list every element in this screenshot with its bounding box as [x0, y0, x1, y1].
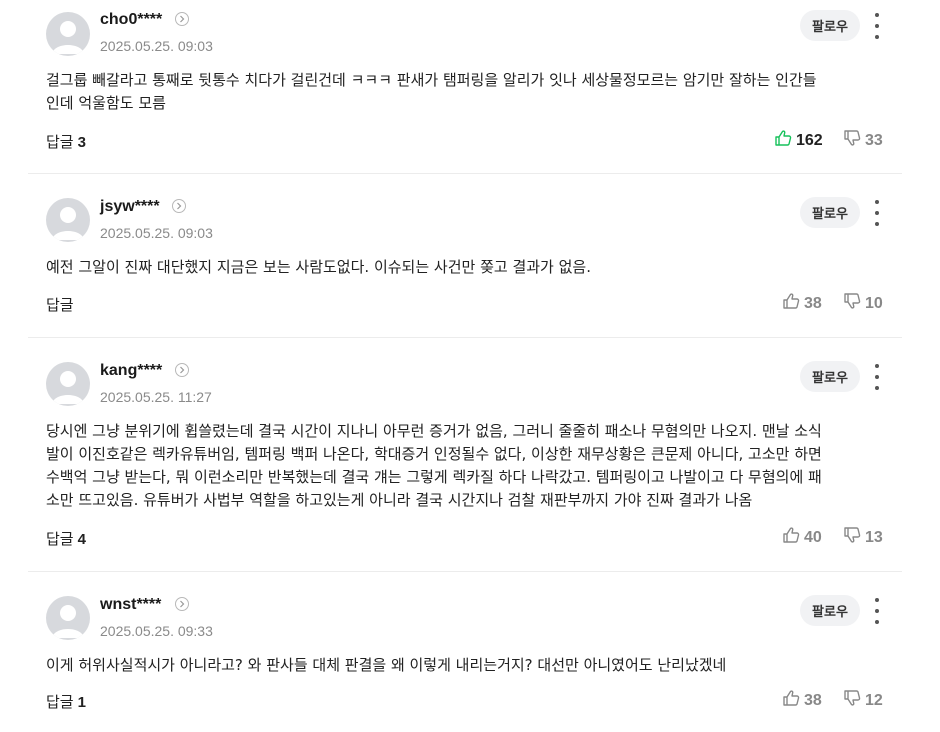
- dislike-count: 10: [865, 294, 883, 312]
- avatar[interactable]: [46, 12, 90, 56]
- dislike-count: 12: [865, 691, 883, 709]
- comment-text: 이게 허위사실적시가 아니라고? 와 판사들 대체 판결을 왜 이렇게 내리는거…: [46, 656, 727, 674]
- thumbs-down-icon: [843, 689, 865, 712]
- more-options-icon[interactable]: [868, 364, 886, 390]
- more-options-icon[interactable]: [868, 13, 886, 39]
- dislike-button[interactable]: 12: [843, 689, 883, 712]
- like-button[interactable]: 162: [774, 129, 823, 152]
- reply-label: 답글: [46, 296, 74, 314]
- like-count: 40: [804, 528, 822, 546]
- thumbs-up-icon: [782, 526, 804, 549]
- comment-author[interactable]: kang****: [100, 362, 162, 380]
- avatar[interactable]: [46, 198, 90, 242]
- reply-label: 답글: [46, 693, 74, 711]
- like-button[interactable]: 38: [782, 689, 822, 712]
- dislike-button[interactable]: 10: [843, 292, 883, 315]
- reply-button[interactable]: 답글 1: [46, 691, 86, 712]
- thumbs-up-icon: [774, 129, 796, 152]
- like-count: 38: [804, 691, 822, 709]
- comment-item: wnst**** 2025.05.25. 09:33 팔로우 이게 허위사실적시…: [28, 572, 902, 732]
- reply-count: 4: [77, 531, 86, 548]
- comment-list: cho0**** 2025.05.25. 09:03 팔로우 걸그룹 빼갈라고 …: [0, 0, 940, 732]
- follow-button[interactable]: 팔로우: [800, 197, 860, 228]
- reply-count: 1: [77, 694, 86, 711]
- thumbs-down-icon: [843, 526, 865, 549]
- like-count: 38: [804, 294, 822, 312]
- comment-text: 걸그룹 빼갈라고 통째로 뒷통수 치다가 걸린건데 ㅋㅋㅋ 판새가 탬퍼링을 알…: [46, 71, 817, 112]
- reply-button[interactable]: 답글: [46, 294, 78, 315]
- comment-date: 2025.05.25. 09:03: [100, 38, 213, 54]
- comment-date: 2025.05.25. 09:33: [100, 623, 213, 639]
- like-button[interactable]: 40: [782, 526, 822, 549]
- comment-text: 예전 그알이 진짜 대단했지 지금은 보는 사람도없다. 이슈되는 사건만 쫒고…: [46, 258, 591, 276]
- reply-button[interactable]: 답글 3: [46, 131, 86, 152]
- more-options-icon[interactable]: [868, 200, 886, 226]
- comment-date: 2025.05.25. 09:03: [100, 225, 213, 241]
- avatar[interactable]: [46, 362, 90, 406]
- thumbs-down-icon: [843, 292, 865, 315]
- reply-label: 답글: [46, 530, 74, 548]
- follow-button[interactable]: 팔로우: [800, 10, 860, 41]
- chevron-right-icon[interactable]: [172, 199, 186, 213]
- comment-author[interactable]: wnst****: [100, 596, 161, 614]
- chevron-right-icon[interactable]: [175, 363, 189, 377]
- dislike-button[interactable]: 13: [843, 526, 883, 549]
- more-options-icon[interactable]: [868, 598, 886, 624]
- follow-button[interactable]: 팔로우: [800, 595, 860, 626]
- reply-button[interactable]: 답글 4: [46, 528, 86, 549]
- dislike-count: 13: [865, 528, 883, 546]
- comment-item: cho0**** 2025.05.25. 09:03 팔로우 걸그룹 빼갈라고 …: [28, 0, 902, 174]
- chevron-right-icon[interactable]: [175, 597, 189, 611]
- thumbs-up-icon: [782, 689, 804, 712]
- comment-author[interactable]: jsyw****: [100, 198, 160, 216]
- thumbs-up-icon: [782, 292, 804, 315]
- follow-button[interactable]: 팔로우: [800, 361, 860, 392]
- dislike-button[interactable]: 33: [843, 129, 883, 152]
- comment-item: jsyw**** 2025.05.25. 09:03 팔로우 예전 그알이 진짜…: [28, 174, 902, 338]
- like-count: 162: [796, 131, 823, 149]
- comment-item: kang**** 2025.05.25. 11:27 팔로우 당시엔 그냥 분위…: [28, 338, 902, 572]
- reply-label: 답글: [46, 133, 74, 151]
- avatar[interactable]: [46, 596, 90, 640]
- like-button[interactable]: 38: [782, 292, 822, 315]
- dislike-count: 33: [865, 131, 883, 149]
- reply-count: 3: [77, 134, 86, 151]
- thumbs-down-icon: [843, 129, 865, 152]
- comment-date: 2025.05.25. 11:27: [100, 389, 212, 405]
- comment-author[interactable]: cho0****: [100, 11, 162, 29]
- comment-text: 당시엔 그냥 분위기에 휩쓸렸는데 결국 시간이 지나니 아무런 증거가 없음,…: [46, 422, 822, 509]
- chevron-right-icon[interactable]: [175, 12, 189, 26]
